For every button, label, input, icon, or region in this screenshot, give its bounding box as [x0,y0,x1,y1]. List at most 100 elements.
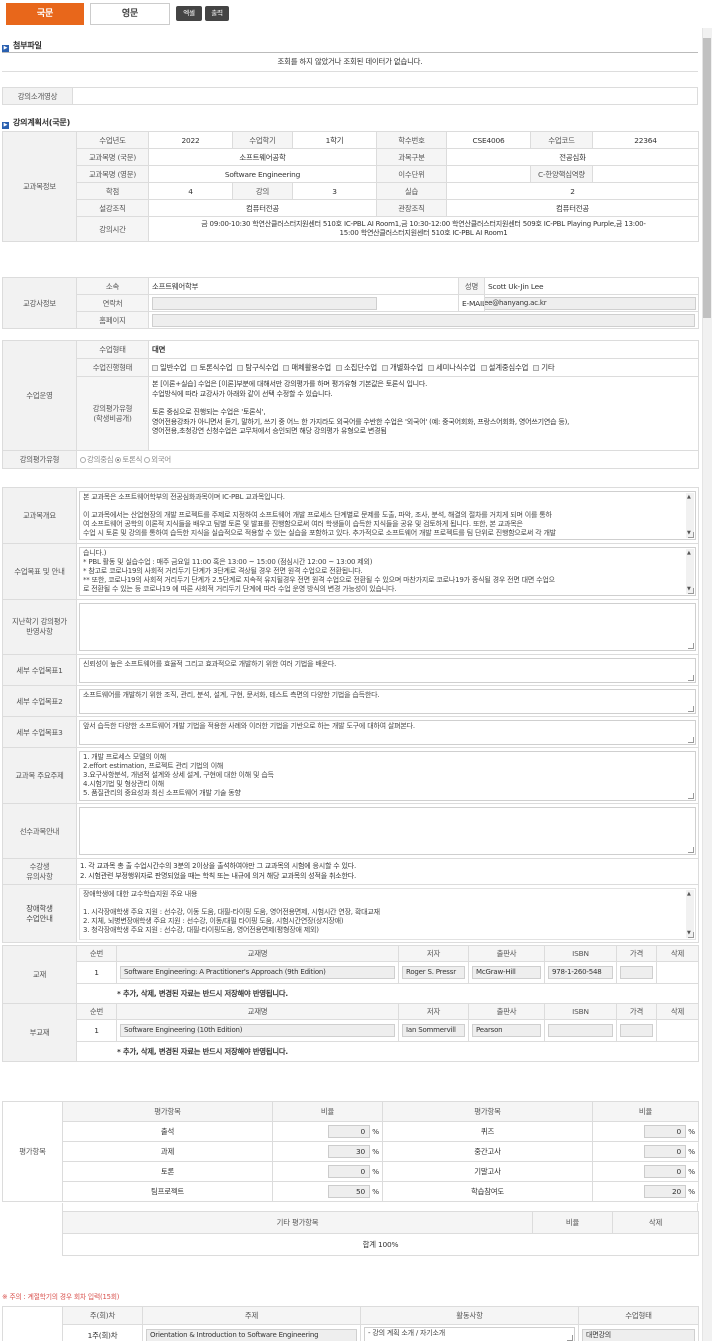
type-option[interactable]: 설계중심수업 [480,363,528,372]
org-label: 설강조직 [76,199,149,217]
email-input[interactable]: scottlee@hanyang.ac.kr [485,296,697,310]
grade-discussion-input[interactable]: 0 [328,1165,371,1178]
grading-group-label: 평가항목 [2,1101,63,1202]
week-form-select[interactable]: 대면강의 [582,1329,695,1341]
subbook-price-input[interactable] [620,1024,653,1037]
subbook-publisher-input[interactable]: Pearson [472,1024,541,1037]
grade-assignment-label: 과제 [62,1141,273,1162]
instructor-group-label: 교강사정보 [2,277,77,329]
checkbox[interactable] [382,365,389,371]
desc-table: 교과목개요 본 교과목은 소프트웨어학부의 전공심화과목이며 IC-PBL 교과목… [2,487,699,943]
video-cell [72,87,698,105]
type-option[interactable]: 탐구식수업 [237,363,279,372]
percent-label: % [372,1127,379,1136]
eval-text: 본 [이론+실습] 수업은 [이론]부분에 대해서만 강의평가를 하며 평가유형… [148,376,699,451]
goal2-textarea[interactable]: 소프트웨어를 개발하기 위한 조직, 관리, 분석, 설계, 구현, 문서화, … [79,688,696,714]
home-input[interactable] [152,313,696,327]
grade-teamproject-input[interactable]: 50 [328,1185,371,1198]
type-option[interactable]: 소집단수업 [336,363,377,372]
book-publisher-input[interactable]: McGraw-Hill [472,966,541,979]
subbook-title-input[interactable]: Software Engineering (10th Edition) [120,1024,395,1037]
week-activity-textarea[interactable]: - 강의 계획 소개 / 자기소개 [364,1327,575,1341]
eval-line-2: 수업방식에 따라 교강사가 아래와 같이 선택 수정할 수 있습니다. [152,389,333,398]
type-option[interactable]: 기타 [533,363,555,372]
checkbox[interactable] [428,365,435,371]
checkbox[interactable] [237,365,244,371]
percent-label: % [688,1187,695,1196]
type-option[interactable]: 토론식수업 [191,363,233,372]
grade-final-input[interactable]: 0 [644,1165,687,1178]
overview-textarea[interactable]: 본 교과목은 소프트웨어학부의 전공심화과목이며 IC-PBL 교과목입니다. … [79,491,696,540]
grade-midterm-input[interactable]: 0 [644,1145,687,1158]
unit-label: 이수단위 [376,165,447,183]
attach-section-title: ▶ 첨부파일 [2,41,42,52]
book-author-input[interactable]: Roger S. Pressr [402,966,465,979]
grade-attendance-input[interactable]: 0 [328,1125,371,1138]
weekly-table: 주(회)차 주제 활동사항 수업형태 1주(회)차 Orientation & Int… [2,1306,699,1341]
grade-assignment-input[interactable]: 30 [328,1145,371,1158]
type-label: 수업진행형태 [76,358,149,377]
radio-button[interactable] [80,457,86,463]
subbook-isbn-input[interactable] [548,1024,613,1037]
subbook-delete-cell[interactable] [656,1019,699,1042]
eval-line-3: 토론 중심으로 진행되는 수업은 '토론식', [152,408,266,416]
type-option-label: 개별화수업 [390,363,424,372]
disability-scrollbar[interactable] [686,889,694,938]
radio-button[interactable] [144,457,151,463]
etype-option[interactable]: 토론식 [115,455,142,464]
checkbox[interactable] [191,365,198,371]
print-button[interactable]: 출력 [205,6,229,21]
excel-button[interactable]: 엑셀 [176,6,202,21]
etype-radios: 강의중심 토론식 외국어 [76,450,699,469]
table-row: 1주(회)차 Orientation & Introduction to Sof… [3,1324,699,1341]
type-option[interactable]: 세미나식수업 [428,363,476,372]
subbook-group-label: 부교재 [2,1003,77,1062]
dept-value: 소프트웨어학부 [147,277,460,295]
page-scrollbar-thumb[interactable] [703,38,711,318]
checkbox[interactable] [336,365,343,371]
goal3-textarea[interactable]: 앞서 습득한 다양한 소프트웨어 개발 기법을 적용한 사례와 이러한 기법을 … [79,719,696,745]
type-option[interactable]: 개별화수업 [382,363,423,372]
tab-korean[interactable]: 국문 [6,3,84,25]
book-title-input[interactable]: Software Engineering: A Practitioner's A… [120,966,395,979]
type-option[interactable]: 일반수업 [152,363,187,372]
goal1-textarea[interactable]: 신뢰성이 높은 소프트웨어를 효율적 그리고 효과적으로 개발하기 위한 여러 … [79,657,696,683]
type-option[interactable]: 매체활용수업 [283,363,331,372]
type-checkboxes: 일반수업 토론식수업 탐구식수업 매체활용수업 소집단수업 개별화수업 세미나식수업 설계중심… [148,358,699,377]
pre-textarea[interactable] [79,807,696,855]
contact-input[interactable] [152,296,377,310]
operation-group-label: 수업운영 [2,340,77,451]
subbook-no: 1 [76,1019,117,1042]
goal-textarea[interactable]: 습니다.) * PBL 활동 및 실습수업 : 매주 금요일 11:00 혹은 … [79,547,696,596]
goal-scrollbar[interactable] [686,549,694,594]
video-label: 강의소개영상 [2,87,73,105]
disability-textarea[interactable]: 장애학생에 대한 교수학습지원 주요 내용 1. 시각장애학생 주요 지원 : … [79,887,696,940]
book-price-input[interactable] [620,966,653,979]
radio-button[interactable] [115,457,122,463]
prev-textarea[interactable] [79,603,696,651]
etype-option[interactable]: 강의중심 [80,455,114,464]
checkbox[interactable] [533,365,540,371]
form-value: 대면 [148,340,699,359]
subbook-author-input[interactable]: Ian Sommervill [402,1024,465,1037]
unit-value [446,165,531,183]
type-option-label: 세미나식수업 [436,363,476,372]
percent-label: % [688,1127,695,1136]
name-value: Scott Uk-Jin Lee [484,277,700,295]
grade-participation-input[interactable]: 20 [644,1185,687,1198]
checkbox[interactable] [480,365,487,371]
week-topic-input[interactable]: Orientation & Introduction to Software E… [146,1329,357,1341]
checkbox[interactable] [283,365,290,371]
checkbox[interactable] [152,365,158,371]
book-isbn-input[interactable]: 978-1-260-548 [548,966,613,979]
grade-quiz-input[interactable]: 0 [644,1125,687,1138]
tab-english[interactable]: 영문 [90,3,170,25]
th-price: 가격 [616,945,657,962]
etype-option[interactable]: 외국어 [144,455,171,464]
table-row: 1 Software Engineering (10th Edition) Ia… [3,1019,699,1042]
goal3-label: 세부 수업목표3 [2,716,77,748]
textbook-note: * 추가, 삭제, 변경된 자료는 반드시 저장해야 반영됩니다. [76,983,699,1004]
overview-scrollbar[interactable] [686,493,694,538]
book-delete-cell[interactable] [656,961,699,984]
topics-textarea[interactable]: 1. 개발 프로세스 모델의 이해 2.effort estimation, 프… [79,750,696,801]
